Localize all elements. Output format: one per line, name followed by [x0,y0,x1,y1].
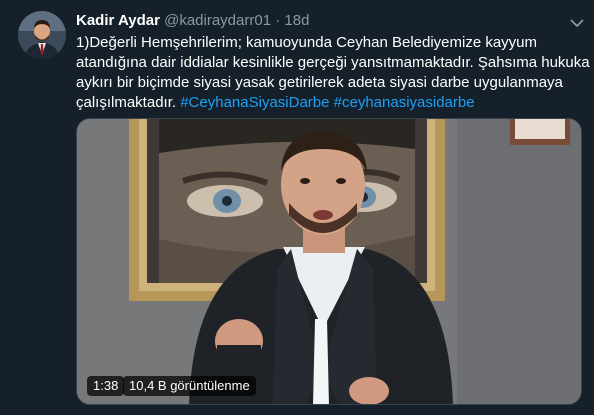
tweet-text-line: atandığına dair iddialar kesinlikle gerç… [76,54,590,71]
author-handle[interactable]: @kadiraydarr01 [164,12,271,29]
tweet-menu-button[interactable] [566,12,588,34]
video-view-count-badge: 10,4 B görüntülenme [123,376,256,396]
tweet-header: Kadir Aydar @kadiraydarr01 · 18d [76,11,584,33]
tweet-text-line: aykırı bir biçimde siyasi yasak getirile… [76,74,563,91]
hashtag-link[interactable]: #CeyhanaSiyasiDarbe [180,94,329,111]
tweet[interactable]: Kadir Aydar @kadiraydarr01 · 18d 1)Değer… [0,0,594,415]
tweet-text-segment: çalışılmaktadır. [76,94,177,111]
tweet-timestamp[interactable]: 18d [284,12,309,29]
avatar[interactable] [18,11,66,59]
video-duration-badge: 1:38 [87,376,125,396]
profile-photo [18,11,66,59]
tweet-text-line-with-hashtags: çalışılmaktadır. #CeyhanaSiyasiDarbe #ce… [76,93,580,113]
video-player[interactable]: 1:38 10,4 B görüntülenme [76,118,582,405]
video-frame [77,119,581,404]
chevron-down-icon [570,19,584,27]
hashtag-link[interactable]: #ceyhanasiyasidarbe [334,94,475,111]
separator-dot: · [275,12,281,29]
author-name[interactable]: Kadir Aydar [76,12,160,29]
tweet-text-line: 1)Değerli Hemşehrilerim; kamuoyunda Ceyh… [76,34,538,51]
tweet-text: 1)Değerli Hemşehrilerim; kamuoyunda Ceyh… [76,33,590,113]
